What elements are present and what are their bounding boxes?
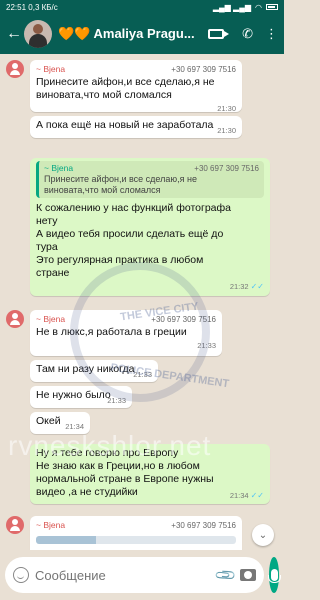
message-bubble-incoming[interactable]: А пока ещё на новый не заработала 21:30: [30, 116, 242, 138]
more-options-icon[interactable]: ⋮: [265, 26, 278, 42]
message-input-bar: 📎: [0, 550, 284, 600]
message-text: Не нужно было: [36, 389, 111, 401]
phone-call-icon[interactable]: ✆: [242, 26, 253, 42]
sender-name[interactable]: ~ Bjena: [36, 519, 65, 532]
status-speed: 0,3 КБ/с: [28, 2, 58, 12]
message-text: Принесите айфон,и все сделаю,я не винова…: [36, 76, 215, 101]
chat-header: ← 🧡🧡 Amaliya Pragu... ✆ ⋮: [0, 14, 284, 54]
message-input-box[interactable]: 📎: [5, 557, 265, 593]
mic-icon: [267, 569, 281, 583]
chat-title[interactable]: 🧡🧡 Amaliya Pragu...: [58, 26, 208, 42]
sender-avatar[interactable]: [6, 60, 24, 78]
message-time: 21:30: [217, 126, 236, 135]
message-time: 21:33: [107, 396, 126, 405]
message-time: 21:34: [65, 422, 84, 431]
message-time: 21:34: [229, 491, 249, 500]
message-bubble-incoming[interactable]: Окей 21:34: [30, 412, 90, 434]
battery-icon: [266, 4, 278, 10]
message-text: Не в люкс,я работала в греции: [36, 326, 187, 338]
sender-phone: +30 697 309 7516: [171, 65, 236, 74]
status-time: 22:51: [6, 2, 27, 12]
message-bubble-incoming[interactable]: ~ Bjena +30 697 309 7516: [30, 516, 242, 550]
message-time: 21:32: [229, 282, 249, 291]
sender-avatar[interactable]: [6, 310, 24, 328]
message-bubble-outgoing[interactable]: ~ Bjena +30 697 309 7516 Принесите айфон…: [30, 158, 270, 296]
video-call-icon[interactable]: [208, 29, 230, 39]
sender-phone: +30 697 309 7516: [171, 521, 236, 530]
status-bar: 22:51 0,3 КБ/с ▂▄▆ ▂▄▆ ◠: [0, 0, 284, 14]
message-text: К сожалению у нас функций фотографа нету…: [36, 202, 231, 279]
message-input[interactable]: [35, 567, 211, 583]
read-ticks-icon: ✓✓: [250, 491, 264, 500]
quoted-sender-name: ~ Bjena: [44, 163, 74, 173]
quoted-message[interactable]: ~ Bjena +30 697 309 7516 Принесите айфон…: [36, 161, 264, 198]
message-time: 21:30: [217, 104, 236, 113]
message-time: 21:33: [197, 341, 216, 350]
message-text: Окей: [36, 415, 61, 427]
voice-message-button[interactable]: [267, 557, 281, 593]
chat-area[interactable]: ~ Bjena +30 697 309 7516 Принесите айфон…: [0, 54, 284, 550]
camera-icon[interactable]: [240, 569, 257, 581]
group-avatar[interactable]: [24, 20, 52, 48]
chevron-down-icon: ⌄: [258, 529, 268, 541]
emoji-icon[interactable]: [13, 567, 29, 583]
back-arrow-icon[interactable]: ←: [6, 25, 22, 43]
wifi-icon: ◠: [255, 2, 262, 12]
quoted-text: Принесите айфон,и все сделаю,я не винова…: [44, 174, 197, 195]
message-bubble-incoming[interactable]: Не нужно было 21:33: [30, 386, 132, 408]
attach-icon[interactable]: 📎: [214, 563, 238, 587]
scroll-to-bottom-button[interactable]: ⌄: [252, 524, 274, 546]
signal-icon: ▂▄▆ ▂▄▆: [212, 2, 252, 12]
message-time-row: 21:34 ✓✓: [230, 489, 264, 502]
sender-name[interactable]: ~ Bjena: [36, 63, 65, 76]
message-bubble-incoming[interactable]: ~ Bjena +30 697 309 7516 Принесите айфон…: [30, 60, 242, 113]
read-ticks-icon: ✓✓: [250, 282, 264, 291]
quoted-sender-phone: +30 697 309 7516: [194, 164, 259, 173]
sender-avatar[interactable]: [6, 516, 24, 534]
sender-name[interactable]: ~ Bjena: [36, 313, 65, 326]
message-bubble-outgoing[interactable]: Ну я тебе говорю про Европу Не знаю как …: [30, 444, 270, 504]
message-text: А пока ещё на новый не заработала: [36, 119, 214, 131]
media-preview[interactable]: [36, 536, 236, 544]
message-time-row: 21:32 ✓✓: [36, 280, 264, 293]
